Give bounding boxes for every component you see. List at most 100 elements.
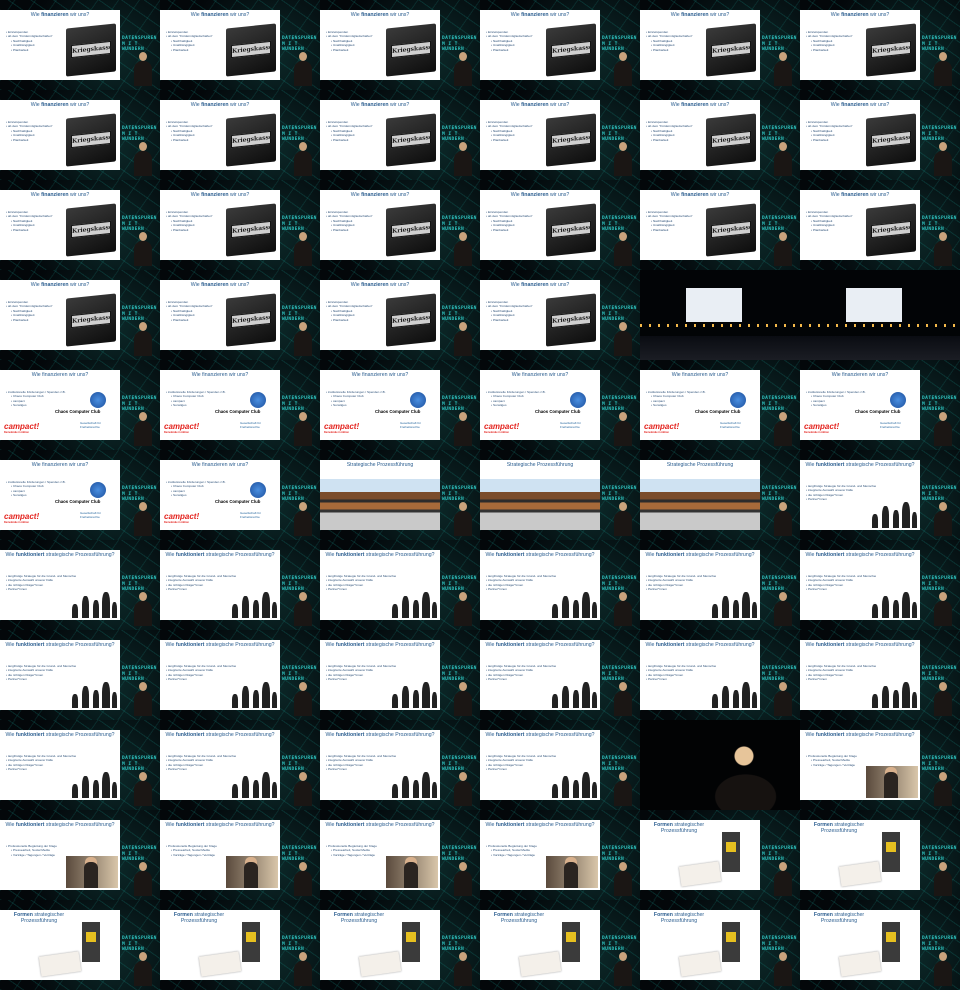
chess-piece (902, 592, 910, 618)
video-inset (546, 856, 598, 888)
chess-piece (733, 690, 739, 708)
slide-title: Wie funktioniert strategische Prozessfüh… (165, 732, 275, 738)
thumbnail-how: Wie funktioniert strategische Prozessfüh… (0, 630, 160, 720)
slide-frame: Wie finanzieren wir uns? • Einzelspenden •… (160, 190, 280, 260)
speaker-inset (774, 142, 792, 176)
speaker-head (459, 232, 467, 241)
speaker-body (774, 961, 792, 986)
slide-frame: Wie finanzieren wir uns? • institutionell… (800, 370, 920, 440)
thumbnail-how: Wie funktioniert strategische Prozessfüh… (160, 720, 320, 810)
ccc-logo: Chaos Computer Club (375, 409, 421, 414)
wallet-label: Kriegskasse (871, 40, 913, 59)
chess-piece (392, 694, 398, 708)
badge-line: DATENSPUREN (282, 486, 317, 491)
slide-bullets: • langfristige Strategie für die Grund- … (166, 664, 236, 682)
bullet-item: • Partner*innen (326, 587, 347, 592)
speaker-body (934, 421, 952, 446)
speaker-inset (934, 592, 952, 626)
thumbnail-forms: Formen strategischer Prozessführung DATEN… (0, 900, 160, 990)
video-inset (866, 766, 918, 798)
slide-frame: Wie finanzieren wir uns? • Einzelspenden •… (800, 190, 920, 260)
chess-piece (722, 596, 729, 618)
wallet-label: Kriegskasse (391, 220, 433, 239)
speaker-head (619, 322, 627, 331)
chess-silhouette (68, 588, 118, 618)
chess-piece (262, 772, 270, 798)
speaker-body (774, 61, 792, 86)
speaker-body (454, 241, 472, 266)
slide-frame: Wie finanzieren wir uns? • Einzelspenden •… (0, 100, 120, 170)
kiosk-photo (242, 922, 260, 962)
speaker-head (939, 412, 947, 421)
speaker-inset (774, 52, 792, 86)
campact-logo: campact! Demokratie in Aktion (164, 512, 200, 524)
speaker-head (779, 412, 787, 421)
chess-piece (432, 692, 437, 708)
speaker-head (139, 502, 147, 511)
speaker-head (779, 592, 787, 601)
slide-title: Wie finanzieren wir uns? (351, 372, 409, 378)
speaker-body (614, 151, 632, 176)
speaker-inset (134, 502, 152, 536)
thumbnail-how: Wie funktioniert strategische Prozessfüh… (640, 630, 800, 720)
campact-logo: campact! Demokratie in Aktion (644, 422, 680, 434)
wallet-image: Kriegskasse (866, 23, 916, 77)
badge-line: DATENSPUREN (762, 666, 797, 671)
wallet-label: Kriegskasse (231, 220, 273, 239)
chess-piece (872, 604, 878, 618)
slide-title: Strategische Prozessführung (666, 462, 734, 468)
thumbnail-how: Wie funktioniert strategische Prozessfüh… (320, 630, 480, 720)
slide-bullets: • langfristige Strategie für die Grund- … (646, 574, 716, 592)
wallet-label: Kriegskasse (391, 40, 433, 59)
speaker-body (614, 691, 632, 716)
slide-title: Wie finanzieren wir uns? (190, 282, 250, 288)
speaker-inset (134, 862, 152, 896)
speaker-head (939, 682, 947, 691)
document-photo (38, 951, 82, 977)
thumbnail-forms: Formen strategischer Prozessführung DATEN… (640, 900, 800, 990)
chess-piece (733, 600, 739, 618)
thumbnail-finance: Wie finanzieren wir uns? • Einzelspenden •… (320, 90, 480, 180)
slide-frame: Wie finanzieren wir uns? • Einzelspenden •… (800, 10, 920, 80)
slide-title: Formen strategischer Prozessführung (333, 912, 385, 924)
badge-line: DATENSPUREN (442, 756, 477, 761)
speaker-body (134, 421, 152, 446)
campact-logo: campact! Demokratie in Aktion (324, 422, 360, 434)
thumbnail-finance: Wie finanzieren wir uns? • Einzelspenden •… (0, 270, 160, 360)
speaker-inset (614, 142, 632, 176)
contact-sheet-grid: Wie finanzieren wir uns? • Einzelspenden •… (0, 0, 960, 990)
slide-frame: Wie finanzieren wir uns? • Einzelspenden •… (0, 10, 120, 80)
speaker-head (459, 412, 467, 421)
globe-logo (90, 392, 106, 408)
badge-line: DATENSPUREN (602, 666, 637, 671)
slide-title: Wie finanzieren wir uns? (511, 372, 569, 378)
speaker-head (299, 142, 307, 151)
speaker-head (459, 52, 467, 61)
speaker-inset (454, 52, 472, 86)
speaker-head (459, 502, 467, 511)
slide-frame: Wie finanzieren wir uns? • Einzelspenden •… (640, 10, 760, 80)
speaker-inset (134, 952, 152, 986)
speaker-body (454, 961, 472, 986)
slide-bullets: • langfristige Strategie für die Grund- … (806, 484, 876, 502)
kiosk-photo (402, 922, 420, 962)
stage-lights (800, 324, 960, 327)
thumbnail-institutional: Wie finanzieren wir uns? • institutionell… (480, 360, 640, 450)
thumbnail-forms: Formen strategischer Prozessführung DATEN… (800, 810, 960, 900)
speaker-head (299, 232, 307, 241)
speaker-head (619, 502, 627, 511)
badge-line: DATENSPUREN (442, 126, 477, 131)
speaker-head (619, 862, 627, 871)
chess-piece (582, 682, 590, 708)
slide-frame: Formen strategischer Prozessführung (800, 910, 920, 980)
thumbnail-finance: Wie finanzieren wir uns? • Einzelspenden •… (480, 90, 640, 180)
slide-bullets: • langfristige Strategie für die Grund- … (326, 574, 396, 592)
campact-tagline: Demokratie in Aktion (804, 431, 829, 434)
gff-logo: Gesellschaft für Freiheitsrechte (400, 421, 421, 429)
speaker-head (939, 772, 947, 781)
video-inset (386, 856, 438, 888)
speaker-body (774, 421, 792, 446)
chess-silhouette (868, 588, 918, 618)
badge-line: DATENSPUREN (762, 126, 797, 131)
thumbnail-how2: Wie funktioniert strategische Prozessfüh… (0, 810, 160, 900)
